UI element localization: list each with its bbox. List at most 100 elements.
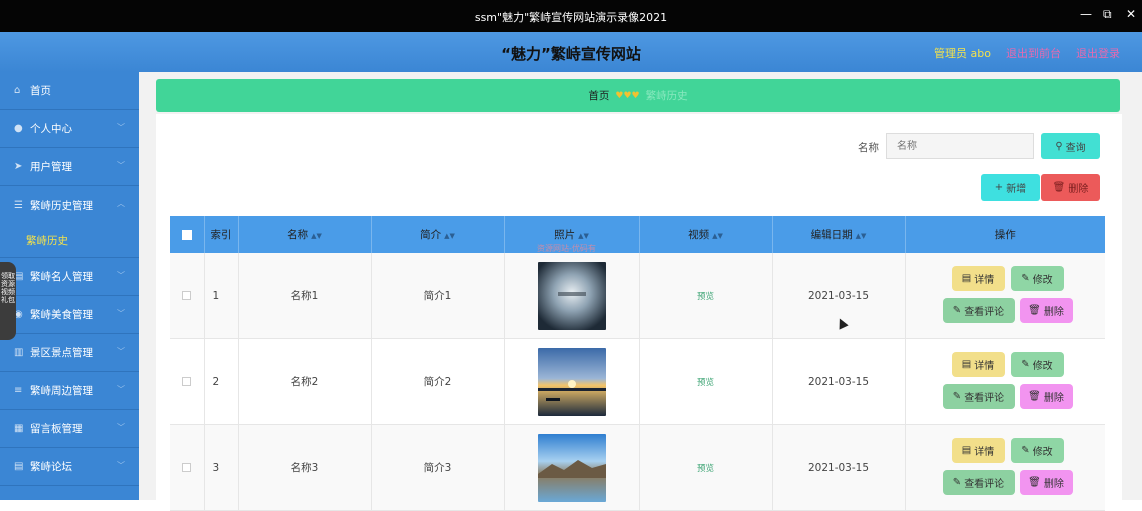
- edit-button-label: 修改: [1032, 275, 1053, 286]
- resource-float-tab[interactable]: 领取资源视频礼包: [0, 262, 16, 340]
- cell-date: 2021-03-15: [772, 424, 906, 511]
- sidebar-item-celebrity-management[interactable]: ▤ 繁峙名人管理 ﹀: [0, 258, 139, 296]
- chevron-down-icon: ﹀: [117, 123, 125, 132]
- cell-index: 2: [204, 338, 239, 425]
- sidebar-item-label: 繁峙名人管理: [30, 271, 93, 283]
- sidebar-item-label: 景区景点管理: [30, 347, 93, 359]
- video-preview-link[interactable]: 预览: [697, 292, 714, 302]
- row-delete-button[interactable]: 🗑 删除: [1019, 384, 1073, 409]
- cell-photo: [504, 253, 640, 339]
- header-date[interactable]: 编辑日期 ▲▼: [772, 216, 906, 253]
- table-row: 2 名称2 简介2 预览 2021-03-15 ▤ 详情 ✎ 修改 ✎ 查看评论 🗑 删…: [170, 338, 1105, 425]
- cell-photo: [504, 338, 640, 425]
- logout-link[interactable]: 退出登录: [1076, 45, 1120, 61]
- row-select-cell: [170, 424, 205, 511]
- top-header: “魅力”繁峙宣传网站 管理员 abo 退出到前台 退出登录: [0, 32, 1142, 72]
- row-delete-button[interactable]: 🗑 删除: [1019, 470, 1073, 495]
- row-delete-button[interactable]: 🗑 删除: [1019, 298, 1073, 323]
- sidebar-item-personal-center[interactable]: ● 个人中心 ﹀: [0, 110, 139, 148]
- detail-icon: ▤: [961, 273, 972, 284]
- search-button[interactable]: ⚲ 查询: [1041, 133, 1100, 159]
- plus-icon: +: [994, 182, 1004, 193]
- data-table: 索引 名称 ▲▼ 简介 ▲▼ 照片 ▲▼ 视频 ▲▼ 编辑日期 ▲▼ 操作 1 名称1 简…: [170, 216, 1105, 511]
- breadcrumb-home[interactable]: 首页: [588, 88, 609, 103]
- sidebar-item-label: 首页: [30, 85, 51, 97]
- sort-icon: ▲▼: [311, 232, 322, 240]
- search-button-label: 查询: [1065, 142, 1086, 154]
- sidebar-item-user-management[interactable]: ➤ 用户管理 ﹀: [0, 148, 139, 186]
- sidebar-item-scenic-management[interactable]: ▥ 景区景点管理 ﹀: [0, 334, 139, 372]
- detail-button-label: 详情: [974, 361, 995, 372]
- search-label: 名称: [858, 142, 879, 154]
- edit-button[interactable]: ✎ 修改: [1010, 438, 1064, 463]
- admin-label: 管理员 abo: [934, 47, 991, 60]
- window-titlebar: ssm"魅力"繁峙宣传网站演示录像2021 — ⧉ ✕: [0, 0, 1142, 32]
- photo-thumbnail[interactable]: [537, 433, 606, 502]
- header-video[interactable]: 视频 ▲▼: [639, 216, 773, 253]
- sidebar-subitem-history[interactable]: 繁峙历史: [0, 224, 139, 258]
- cell-index: 3: [204, 424, 239, 511]
- sidebar-item-label: 繁峙论坛: [30, 461, 72, 473]
- minimize-icon[interactable]: —: [1080, 7, 1092, 21]
- edit-button[interactable]: ✎ 修改: [1010, 266, 1064, 291]
- photo-thumbnail[interactable]: [537, 347, 606, 416]
- sidebar-item-surroundings-management[interactable]: ≡ 繁峙周边管理 ﹀: [0, 372, 139, 410]
- row-delete-label: 删除: [1043, 393, 1064, 404]
- view-comments-button[interactable]: ✎ 查看评论: [942, 298, 1015, 323]
- list-icon: ☰: [14, 199, 23, 211]
- row-select-cell: [170, 253, 205, 339]
- view-comments-button[interactable]: ✎ 查看评论: [942, 384, 1015, 409]
- sort-icon: ▲▼: [444, 232, 455, 240]
- table-header-row: 索引 名称 ▲▼ 简介 ▲▼ 照片 ▲▼ 视频 ▲▼ 编辑日期 ▲▼ 操作: [170, 216, 1105, 253]
- trash-icon: 🗑: [1028, 391, 1041, 402]
- view-comments-button[interactable]: ✎ 查看评论: [942, 470, 1015, 495]
- breadcrumb: 首页 ♥♥♥ 繁峙历史: [156, 79, 1120, 112]
- row-select-cell: [170, 338, 205, 425]
- video-preview-link[interactable]: 预览: [697, 378, 714, 388]
- detail-button[interactable]: ▤ 详情: [951, 266, 1005, 291]
- sidebar-item-forum[interactable]: ▤ 繁峙论坛 ﹀: [0, 448, 139, 486]
- trash-icon: 🗑: [1028, 305, 1041, 316]
- search-input[interactable]: [886, 133, 1034, 159]
- sidebar-item-message-board[interactable]: ▦ 留言板管理 ﹀: [0, 410, 139, 448]
- chevron-down-icon: ﹀: [117, 385, 125, 394]
- header-name[interactable]: 名称 ▲▼: [238, 216, 372, 253]
- watermark: 资源网站-优码有: [537, 244, 596, 253]
- sort-icon: ▲▼: [578, 232, 589, 240]
- detail-button-label: 详情: [974, 447, 995, 458]
- breadcrumb-current: 繁峙历史: [645, 90, 688, 102]
- detail-button-label: 详情: [974, 275, 995, 286]
- db-icon: ≡: [14, 385, 23, 396]
- edit-icon: ✎: [1021, 359, 1030, 370]
- detail-button[interactable]: ▤ 详情: [951, 352, 1005, 377]
- sidebar-item-label: 繁峙历史: [26, 235, 68, 247]
- row-delete-label: 删除: [1043, 479, 1064, 490]
- cell-intro: 简介1: [371, 253, 505, 339]
- add-button[interactable]: + 新增: [981, 174, 1040, 201]
- sidebar-item-label: 繁峙历史管理: [30, 199, 93, 212]
- content-panel: 名称 ⚲查询 +新增 🗑删除 索引 名称▲▼ 简介▲▼ 照片▲▼ 视频▲▼ 编辑…: [156, 114, 1122, 511]
- delete-button[interactable]: 🗑 删除: [1041, 174, 1100, 201]
- video-preview-link[interactable]: 预览: [697, 464, 714, 474]
- close-icon[interactable]: ✕: [1126, 7, 1136, 21]
- sidebar-item-home[interactable]: ⌂ 首页: [0, 72, 139, 110]
- header-intro[interactable]: 简介 ▲▼: [371, 216, 505, 253]
- cell-intro: 简介3: [371, 424, 505, 511]
- detail-button[interactable]: ▤ 详情: [951, 438, 1005, 463]
- cell-video: 预览: [639, 338, 773, 425]
- chevron-down-icon: ﹀: [117, 347, 125, 356]
- row-checkbox[interactable]: [182, 463, 192, 472]
- back-to-frontend-link[interactable]: 退出到前台: [1006, 45, 1061, 61]
- delete-button-label: 删除: [1068, 184, 1089, 195]
- row-checkbox[interactable]: [182, 377, 192, 386]
- select-all-checkbox[interactable]: [181, 229, 192, 240]
- row-checkbox[interactable]: [182, 291, 192, 300]
- photo-thumbnail[interactable]: [537, 261, 606, 330]
- restore-icon[interactable]: ⧉: [1103, 7, 1112, 22]
- sidebar-item-history-management[interactable]: ☰ 繁峙历史管理 ︿: [0, 186, 139, 224]
- edit-button-label: 修改: [1032, 361, 1053, 372]
- edit-button[interactable]: ✎ 修改: [1010, 352, 1064, 377]
- sidebar-item-food-management[interactable]: ◉ 繁峙美食管理 ﹀: [0, 296, 139, 334]
- main-content: 首页 ♥♥♥ 繁峙历史 名称 ⚲查询 +新增 🗑删除 索引 名称▲▼ 简介▲▼ …: [139, 72, 1142, 511]
- header-ops: 操作: [905, 216, 1105, 253]
